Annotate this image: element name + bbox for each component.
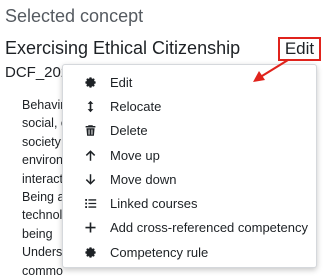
menu-item-edit[interactable]: Edit (63, 70, 316, 94)
gear-icon (83, 245, 97, 259)
plus-icon (83, 221, 97, 235)
menu-item-label: Relocate (110, 98, 162, 114)
menu-item-move-up[interactable]: Move up (63, 143, 316, 167)
concept-name: Exercising Ethical Citizenship (5, 38, 241, 58)
menu-item-add-cross-referenced-competency[interactable]: Add cross-referenced competency (63, 216, 316, 240)
list-icon (83, 197, 97, 211)
menu-item-label: Linked courses (110, 196, 198, 212)
menu-item-label: Competency rule (110, 244, 209, 260)
edit-dropdown-menu: Edit Relocate Delete Move up Move down L… (62, 64, 317, 268)
arrows-vertical-icon (83, 99, 97, 113)
trash-icon (83, 124, 97, 138)
competency-page: Selected concept Exercising Ethical Citi… (0, 0, 331, 276)
gear-icon (83, 75, 97, 89)
menu-item-delete[interactable]: Delete (63, 119, 316, 143)
menu-item-label: Add cross-referenced competency (110, 220, 308, 236)
menu-item-label: Move down (110, 171, 177, 187)
arrow-up-icon (83, 148, 97, 162)
menu-item-relocate[interactable]: Relocate (63, 94, 316, 118)
menu-item-label: Edit (110, 74, 133, 90)
menu-item-move-down[interactable]: Move down (63, 167, 316, 191)
menu-item-competency-rule[interactable]: Competency rule (63, 240, 316, 264)
menu-item-label: Move up (110, 147, 160, 163)
menu-item-linked-courses[interactable]: Linked courses (63, 191, 316, 215)
section-title: Selected concept (5, 6, 144, 26)
concept-id: DCF_202 (5, 64, 70, 81)
edit-button[interactable]: Edit (278, 37, 321, 61)
arrow-down-icon (83, 172, 97, 186)
menu-item-label: Delete (110, 123, 148, 139)
